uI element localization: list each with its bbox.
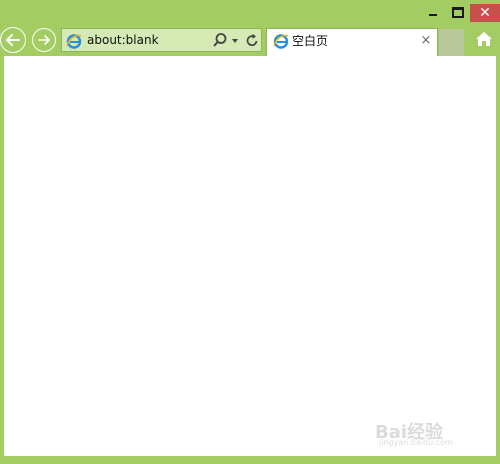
forward-button[interactable] bbox=[32, 28, 56, 52]
arrow-left-icon bbox=[6, 34, 20, 46]
home-icon[interactable] bbox=[474, 30, 494, 48]
maximize-button[interactable] bbox=[447, 2, 469, 22]
minimize-button[interactable] bbox=[420, 2, 446, 22]
refresh-icon[interactable] bbox=[245, 33, 259, 48]
tab-blank-page[interactable]: 空白页 × bbox=[266, 28, 438, 56]
chevron-down-icon[interactable] bbox=[230, 35, 240, 47]
watermark: Bai经验 jingyan.baidu.com bbox=[375, 408, 495, 448]
magnifier-icon[interactable] bbox=[212, 32, 228, 49]
ie-logo-icon bbox=[273, 34, 289, 49]
tab-close-icon[interactable]: × bbox=[420, 34, 432, 48]
ie-logo-icon bbox=[66, 34, 82, 49]
address-input[interactable]: about:blank bbox=[87, 33, 159, 48]
maximize-icon bbox=[452, 6, 464, 18]
title-bar: ✕ bbox=[0, 0, 500, 26]
new-tab-button[interactable] bbox=[439, 29, 464, 56]
tab-title: 空白页 bbox=[292, 34, 329, 48]
arrow-right-icon bbox=[38, 35, 50, 45]
close-button[interactable]: ✕ bbox=[470, 4, 500, 22]
minimize-icon bbox=[429, 14, 437, 16]
close-icon: ✕ bbox=[479, 5, 491, 21]
back-button[interactable] bbox=[0, 27, 26, 53]
navigation-bar: about:blank 空白页 × bbox=[0, 26, 500, 56]
page-content bbox=[4, 56, 496, 456]
watermark-url: jingyan.baidu.com bbox=[379, 438, 453, 447]
address-bar[interactable]: about:blank bbox=[61, 28, 262, 52]
